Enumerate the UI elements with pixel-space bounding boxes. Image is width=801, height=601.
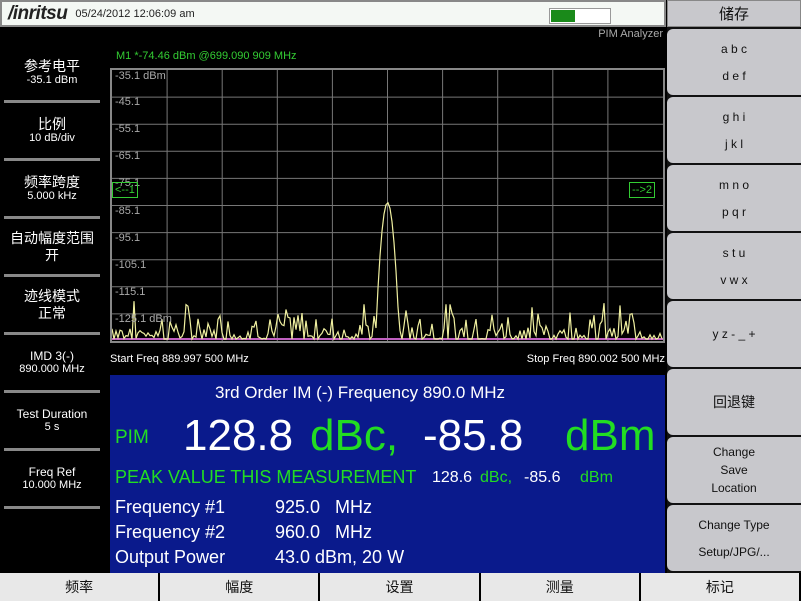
right-key-label: s t u: [722, 245, 746, 260]
trace-svg: [112, 70, 663, 341]
y-tick-label: -55.1: [115, 123, 141, 136]
peak-dbc-unit: dBc,: [480, 469, 513, 486]
mode-label: PIM Analyzer: [598, 28, 663, 40]
right-key-label: g h i: [722, 109, 746, 124]
pim-dbc-value: 128.8: [183, 411, 294, 460]
left-key-title: Test Duration: [16, 406, 88, 421]
right-key-6[interactable]: Change Save Location: [667, 437, 801, 503]
left-key-value: 5 s: [44, 421, 60, 434]
left-key-4[interactable]: 迹线模式 正常: [4, 277, 100, 335]
left-key-title: Freq Ref: [28, 464, 76, 479]
dbc-unit: dBc,: [310, 411, 399, 460]
bottom-tab-4[interactable]: 标记: [640, 573, 800, 601]
right-key-label: Save: [720, 463, 748, 477]
right-key-label: y z - _ +: [712, 327, 756, 341]
left-key-value: 890.000 MHz: [19, 363, 85, 376]
peak-label: PEAK VALUE THIS MEASUREMENT: [115, 467, 417, 487]
pim-label: PIM: [115, 427, 149, 448]
y-tick-label: -45.1: [115, 96, 141, 109]
right-key-label: Change: [712, 445, 756, 459]
freq2-value: 960.0 MHz: [275, 522, 373, 542]
left-key-title: 比例: [38, 115, 66, 132]
right-key-label: Location: [711, 481, 757, 495]
left-key-title: 频率跨度: [24, 173, 80, 190]
peak-dbc: 128.6: [432, 469, 473, 486]
left-soft-keys: 参考电平 -35.1 dBm 比例 10 dB/div 频率跨度 5.000 kHz 自动幅…: [0, 45, 108, 509]
right-key-label: Setup/JPG/...: [698, 544, 770, 559]
peak-dbm-unit: dBm: [580, 469, 613, 486]
right-soft-keys: 储存 a b c d e f g h i j k l m n o p q r s t u v …: [667, 0, 801, 573]
right-key-label: p q r: [721, 204, 746, 219]
right-key-label: j k l: [725, 136, 743, 151]
left-key-0[interactable]: 参考电平 -35.1 dBm: [4, 45, 100, 103]
marker-arrow-left[interactable]: <--1: [112, 182, 138, 198]
anritsu-logo: /inritsu: [8, 2, 68, 24]
right-key-label: 回退键: [713, 394, 755, 410]
right-key-label: Change Type: [698, 517, 770, 532]
right-key-4[interactable]: y z - _ +: [667, 301, 801, 367]
y-tick-label: -115.1: [115, 285, 146, 298]
left-key-value: 10 dB/div: [29, 132, 75, 145]
left-key-title: 自动幅度范围: [10, 229, 94, 246]
left-key-6[interactable]: Test Duration 5 s: [4, 393, 100, 451]
left-key-value: 10.000 MHz: [22, 479, 82, 492]
marker-readout: M1 *-74.46 dBm @699.090 909 MHz: [116, 50, 297, 62]
output-power-value: 43.0 dBm, 20 W: [275, 547, 405, 567]
bottom-tab-1[interactable]: 幅度: [160, 573, 319, 601]
y-tick-label: -105.1: [115, 258, 147, 271]
start-freq: Start Freq 889.997 500 MHz: [110, 353, 249, 365]
left-key-1[interactable]: 比例 10 dB/div: [4, 103, 100, 161]
right-key-0[interactable]: a b c d e f: [667, 29, 801, 95]
im-title: 3rd Order IM (-) Frequency 890.0 MHz: [215, 383, 506, 402]
y-tick-label: -85.1: [115, 204, 141, 217]
spectrum-plot: -35.1 dBm -45.1 -55.1 -65.1 -75.1 -85.1 -95.1…: [110, 68, 665, 343]
battery-icon: [549, 8, 611, 24]
left-key-2[interactable]: 频率跨度 5.000 kHz: [4, 161, 100, 219]
freq2-label: Frequency #2: [115, 522, 226, 542]
left-key-value: 5.000 kHz: [27, 190, 77, 203]
left-key-5[interactable]: IMD 3(-) 890.000 MHz: [4, 335, 100, 393]
y-tick-label: -65.1: [115, 150, 141, 163]
right-key-label: d e f: [722, 68, 746, 83]
ref-level-label: -35.1 dBm: [115, 70, 166, 82]
right-key-1[interactable]: g h i j k l: [667, 97, 801, 163]
left-key-title: 参考电平: [24, 57, 80, 74]
right-key-label: v w x: [720, 272, 748, 287]
left-key-3[interactable]: 自动幅度范围开: [4, 219, 100, 277]
left-key-value: 正常: [38, 304, 66, 321]
right-key-3[interactable]: s t u v w x: [667, 233, 801, 299]
left-key-value: -35.1 dBm: [26, 74, 78, 87]
right-key-5[interactable]: 回退键: [667, 369, 801, 435]
left-key-title: IMD 3(-): [30, 348, 74, 363]
peak-dbm: -85.6: [524, 469, 561, 486]
freq1-label: Frequency #1: [115, 497, 226, 517]
datetime: 05/24/2012 12:06:09 am: [75, 7, 195, 20]
left-key-7[interactable]: Freq Ref 10.000 MHz: [4, 451, 100, 509]
stop-freq: Stop Freq 890.002 500 MHz: [526, 353, 665, 365]
bottom-tab-0[interactable]: 频率: [0, 573, 159, 601]
left-key-title: 迹线模式: [24, 287, 80, 304]
bottom-tab-2[interactable]: 设置: [320, 573, 479, 601]
right-key-7[interactable]: Change Type Setup/JPG/...: [667, 505, 801, 571]
right-key-label: m n o: [718, 177, 749, 192]
marker-arrow-right[interactable]: -->2: [629, 182, 655, 198]
y-tick-label: -95.1: [115, 231, 141, 244]
right-key-label: a b c: [720, 41, 747, 56]
bottom-tab-3[interactable]: 测量: [480, 573, 639, 601]
left-key-value: 开: [45, 246, 59, 263]
menu-title: 储存: [667, 0, 801, 27]
bottom-menu-bar: 频率 幅度 设置 测量 标记: [0, 573, 801, 601]
y-tick-label: -125.1 dBm: [115, 312, 172, 325]
output-power-label: Output Power: [115, 547, 226, 567]
status-bar: /inritsu 05/24/2012 12:06:09 am: [0, 0, 666, 27]
pim-dbm-value: -85.8: [423, 411, 524, 460]
pim-result-panel: 3rd Order IM (-) Frequency 890.0 MHz PIM…: [110, 375, 665, 573]
right-key-2[interactable]: m n o p q r: [667, 165, 801, 231]
dbm-unit: dBm: [565, 411, 656, 460]
freq1-value: 925.0 MHz: [275, 497, 373, 517]
